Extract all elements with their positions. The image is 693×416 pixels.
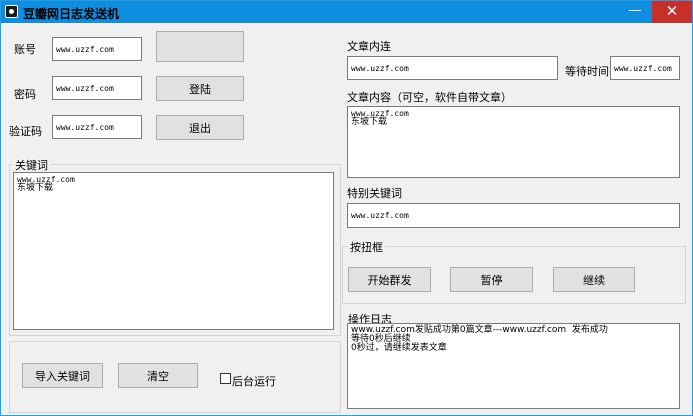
controls-group-label: 按扭框 bbox=[348, 239, 385, 255]
article-content-line: 东坡下载 bbox=[351, 117, 388, 127]
app-icon bbox=[5, 5, 18, 18]
password-label: 密码 bbox=[14, 88, 36, 101]
continue-button[interactable]: 继续 bbox=[553, 267, 635, 292]
app-window: 豆瓣网日志发送机 — ✕ 账号 www.uzzf.com 密码 www.uzzf… bbox=[0, 0, 693, 416]
wait-time-label: 等待时间 bbox=[565, 65, 609, 78]
special-keyword-label: 特别关键词 bbox=[347, 187, 402, 200]
import-keywords-button[interactable]: 导入关键词 bbox=[22, 363, 103, 388]
article-link-label: 文章内连 bbox=[347, 40, 391, 53]
keywords-textarea[interactable]: www.uzzf.com 东坡下载 bbox=[13, 172, 334, 330]
close-button[interactable]: ✕ bbox=[652, 1, 692, 23]
wait-time-input[interactable]: www.uzzf.com bbox=[610, 56, 680, 80]
article-content-textarea[interactable]: www.uzzf.com 东坡下载 bbox=[347, 106, 680, 178]
start-broadcast-button[interactable]: 开始群发 bbox=[348, 267, 431, 292]
article-link-input[interactable]: www.uzzf.com bbox=[347, 56, 558, 80]
logout-button[interactable]: 退出 bbox=[156, 115, 244, 140]
keywords-line: www.uzzf.com bbox=[17, 175, 75, 184]
account-input[interactable]: www.uzzf.com bbox=[52, 37, 142, 61]
keywords-line: 东坡下载 bbox=[17, 183, 54, 193]
background-run-label: 后台运行 bbox=[232, 375, 276, 388]
blank-button[interactable] bbox=[156, 31, 244, 62]
password-input[interactable]: www.uzzf.com bbox=[52, 76, 142, 100]
article-content-label: 文章内容（可空，软件自带文章） bbox=[347, 91, 512, 104]
article-content-line: www.uzzf.com bbox=[351, 109, 409, 118]
login-button[interactable]: 登陆 bbox=[156, 76, 244, 101]
special-keyword-input[interactable]: www.uzzf.com bbox=[347, 203, 680, 228]
pause-button[interactable]: 暂停 bbox=[450, 267, 533, 292]
captcha-input[interactable]: www.uzzf.com bbox=[52, 115, 142, 139]
account-label: 账号 bbox=[14, 43, 36, 56]
background-run-checkbox[interactable] bbox=[220, 373, 231, 384]
keywords-group-label: 关键词 bbox=[13, 157, 50, 173]
log-line: 0秒过，请继续发表文章 bbox=[351, 343, 447, 353]
window-title: 豆瓣网日志发送机 bbox=[23, 7, 120, 21]
clear-button[interactable]: 清空 bbox=[118, 363, 198, 388]
log-textarea[interactable]: www.uzzf.com发贴成功第0篇文章---www.uzzf.com 发布成… bbox=[347, 323, 680, 409]
minimize-button[interactable]: — bbox=[621, 1, 649, 23]
captcha-label: 验证码 bbox=[9, 125, 42, 138]
title-bar: 豆瓣网日志发送机 — ✕ bbox=[1, 1, 692, 23]
